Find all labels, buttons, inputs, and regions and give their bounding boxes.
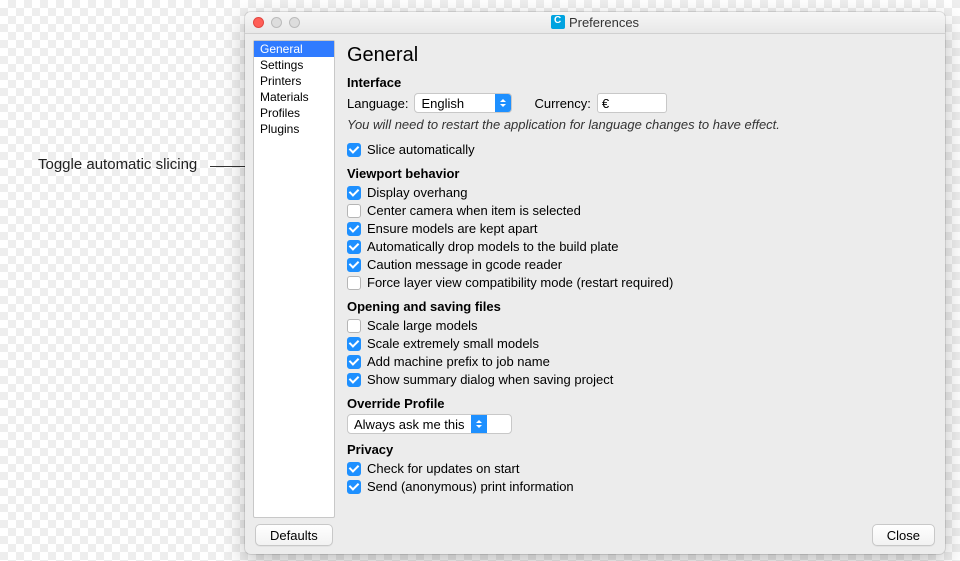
annotation-label: Toggle automatic slicing [38,156,197,173]
preferences-window: Preferences General Settings Printers Ma… [245,12,945,554]
sidebar: General Settings Printers Materials Prof… [253,40,335,518]
window-body: General Settings Printers Materials Prof… [245,34,945,518]
scale-small-checkbox[interactable] [347,337,361,351]
models-apart-checkbox[interactable] [347,222,361,236]
sidebar-item-printers[interactable]: Printers [254,73,334,89]
defaults-button[interactable]: Defaults [255,524,333,546]
center-camera-checkbox[interactable] [347,204,361,218]
close-window-button[interactable] [253,17,264,28]
auto-drop-label: Automatically drop models to the build p… [367,238,618,255]
display-overhang-checkbox[interactable] [347,186,361,200]
select-stepper-icon [495,94,511,112]
gcode-caution-label: Caution message in gcode reader [367,256,562,273]
currency-value: € [602,96,609,111]
sidebar-item-settings[interactable]: Settings [254,57,334,73]
language-select[interactable]: English [414,93,512,113]
layer-compat-checkbox[interactable] [347,276,361,290]
window-title: Preferences [245,15,945,30]
auto-drop-checkbox[interactable] [347,240,361,254]
app-icon [551,15,565,29]
section-files: Opening and saving files [347,299,931,314]
close-button[interactable]: Close [872,524,935,546]
sidebar-item-materials[interactable]: Materials [254,89,334,105]
sidebar-item-profiles[interactable]: Profiles [254,105,334,121]
display-overhang-label: Display overhang [367,184,467,201]
gcode-caution-checkbox[interactable] [347,258,361,272]
check-updates-checkbox[interactable] [347,462,361,476]
scale-large-label: Scale large models [367,317,478,334]
restart-note: You will need to restart the application… [347,117,931,132]
summary-dialog-checkbox[interactable] [347,373,361,387]
language-label: Language: [347,96,408,111]
select-stepper-icon [471,415,487,433]
models-apart-label: Ensure models are kept apart [367,220,538,237]
titlebar: Preferences [245,12,945,34]
section-override: Override Profile [347,396,931,411]
slice-automatically-checkbox[interactable] [347,143,361,157]
center-camera-label: Center camera when item is selected [367,202,581,219]
zoom-window-button[interactable] [289,17,300,28]
general-panel: General Interface Language: English Curr… [343,40,937,518]
currency-field[interactable]: € [597,93,667,113]
window-footer: Defaults Close [245,518,945,554]
send-print-info-checkbox[interactable] [347,480,361,494]
page-title: General [347,44,931,67]
machine-prefix-checkbox[interactable] [347,355,361,369]
sidebar-item-plugins[interactable]: Plugins [254,121,334,137]
send-print-info-label: Send (anonymous) print information [367,478,574,495]
check-updates-label: Check for updates on start [367,460,519,477]
scale-small-label: Scale extremely small models [367,335,539,352]
override-profile-select[interactable]: Always ask me this [347,414,512,434]
layer-compat-label: Force layer view compatibility mode (res… [367,274,673,291]
override-profile-value: Always ask me this [348,417,471,432]
section-privacy: Privacy [347,442,931,457]
machine-prefix-label: Add machine prefix to job name [367,353,550,370]
minimize-window-button[interactable] [271,17,282,28]
slice-automatically-label: Slice automatically [367,141,475,158]
currency-label: Currency: [534,96,590,111]
section-viewport: Viewport behavior [347,166,931,181]
language-value: English [415,96,495,111]
scale-large-checkbox[interactable] [347,319,361,333]
section-interface: Interface [347,75,931,90]
summary-dialog-label: Show summary dialog when saving project [367,371,613,388]
sidebar-item-general[interactable]: General [254,41,334,57]
